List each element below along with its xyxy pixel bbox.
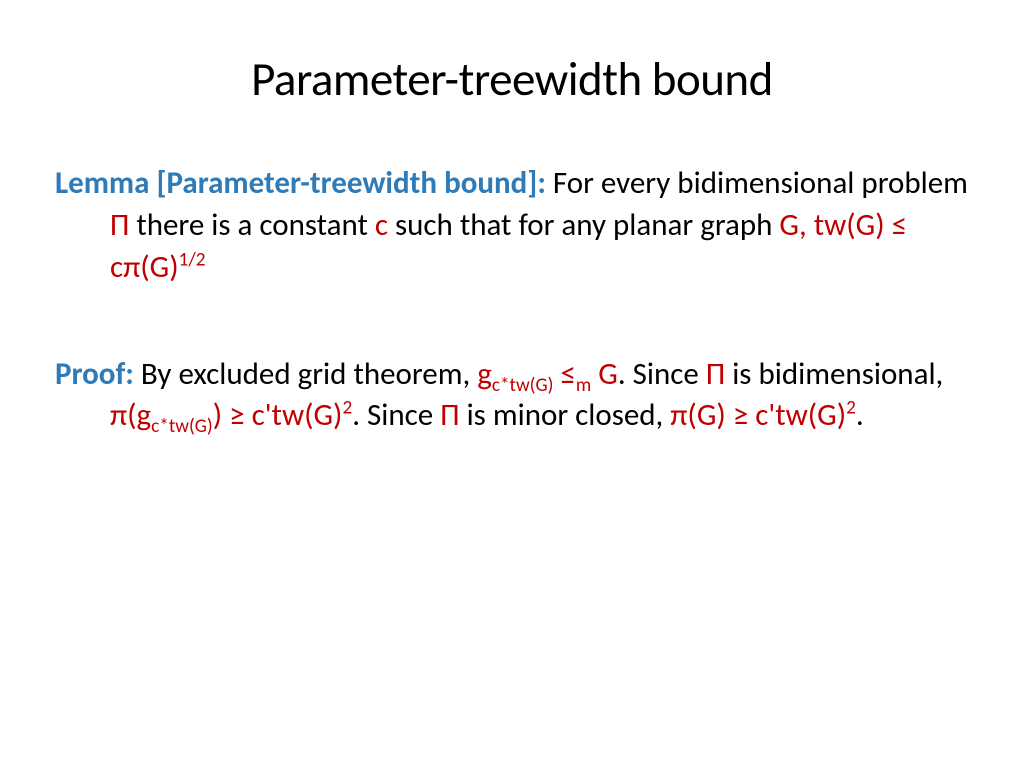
proof-grid-minor: gc*tw(G) ≤m G (477, 355, 618, 393)
lemma-text-1: For every bidimensional problem (546, 164, 968, 202)
proof-paragraph: Proof: By excluded grid theorem, gc*tw(G… (55, 354, 969, 438)
lemma-label: Lemma [Parameter-treewidth bound]: (55, 164, 546, 202)
proof-period: . (856, 396, 864, 434)
proof-text-1: By excluded grid theorem, (134, 355, 477, 393)
lemma-text-3: such that for any planar graph (388, 206, 779, 244)
proof-label: Proof: (55, 355, 134, 393)
lemma-text-2: there is a constant (129, 206, 375, 244)
proof-pi-3: Π (440, 396, 459, 434)
proof-text-5: is minor closed, (460, 396, 671, 434)
proof-text-4: . Since (352, 396, 440, 434)
proof-pi-2: Π (706, 355, 725, 393)
lemma-pi: Π (110, 206, 129, 244)
proof-minor-ineq: π(G) ≥ c'tw(G)2 (670, 396, 856, 434)
slide-title: Parameter-treewidth bound (55, 50, 969, 108)
lemma-c: c (375, 206, 388, 244)
proof-bidim-ineq: π(gc*tw(G)) ≥ c'tw(G)2 (110, 396, 352, 434)
proof-text-2: . Since (618, 355, 706, 393)
lemma-paragraph: Lemma [Parameter-treewidth bound]: For e… (55, 163, 969, 289)
proof-text-3: is bidimensional, (725, 355, 943, 393)
